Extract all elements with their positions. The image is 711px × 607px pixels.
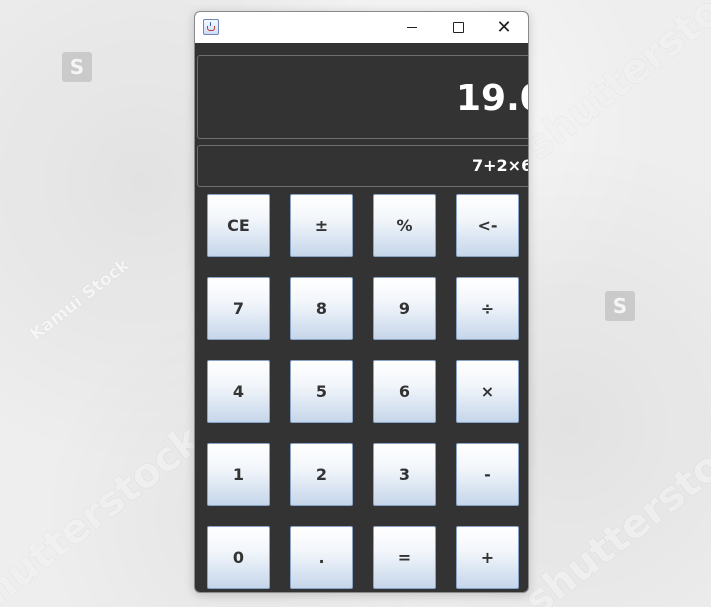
divide-button[interactable]: ÷ (456, 277, 519, 340)
expression-value: 7+2×6 (472, 156, 529, 175)
digit-1-button[interactable]: 1 (207, 443, 270, 506)
add-button[interactable]: + (456, 526, 519, 589)
calculator-window: ✕ 19.0 7+2×6 CE ± % <- 7 8 9 ÷ 4 5 6 × 1… (194, 11, 529, 593)
digit-0-button[interactable]: 0 (207, 526, 270, 589)
decimal-point-button[interactable]: . (290, 526, 353, 589)
clear-entry-button[interactable]: CE (207, 194, 270, 257)
equals-button[interactable]: = (373, 526, 436, 589)
watermark-logo-icon: S (605, 291, 635, 321)
minimize-button[interactable] (389, 12, 435, 43)
watermark-small-text: Kamui Stock (26, 255, 134, 345)
digit-2-button[interactable]: 2 (290, 443, 353, 506)
result-display: 19.0 (197, 55, 528, 139)
watermark-text: shutterstock (0, 416, 211, 607)
expression-display: 7+2×6 (197, 145, 529, 187)
maximize-icon (453, 22, 464, 33)
java-cup-icon (203, 19, 219, 35)
watermark-text: shutterstock (516, 411, 711, 607)
close-button[interactable]: ✕ (481, 12, 527, 43)
title-bar[interactable]: ✕ (195, 12, 528, 43)
close-icon: ✕ (496, 17, 512, 38)
watermark-text: shutterstock (516, 0, 711, 170)
digit-7-button[interactable]: 7 (207, 277, 270, 340)
watermark-logo-icon: S (62, 52, 92, 82)
subtract-button[interactable]: - (456, 443, 519, 506)
multiply-button[interactable]: × (456, 360, 519, 423)
negate-button[interactable]: ± (290, 194, 353, 257)
maximize-button[interactable] (435, 12, 481, 43)
digit-6-button[interactable]: 6 (373, 360, 436, 423)
digit-9-button[interactable]: 9 (373, 277, 436, 340)
digit-4-button[interactable]: 4 (207, 360, 270, 423)
digit-3-button[interactable]: 3 (373, 443, 436, 506)
digit-8-button[interactable]: 8 (290, 277, 353, 340)
backspace-button[interactable]: <- (456, 194, 519, 257)
minimize-icon (407, 27, 417, 28)
result-value: 19.0 (456, 78, 528, 119)
percent-button[interactable]: % (373, 194, 436, 257)
digit-5-button[interactable]: 5 (290, 360, 353, 423)
